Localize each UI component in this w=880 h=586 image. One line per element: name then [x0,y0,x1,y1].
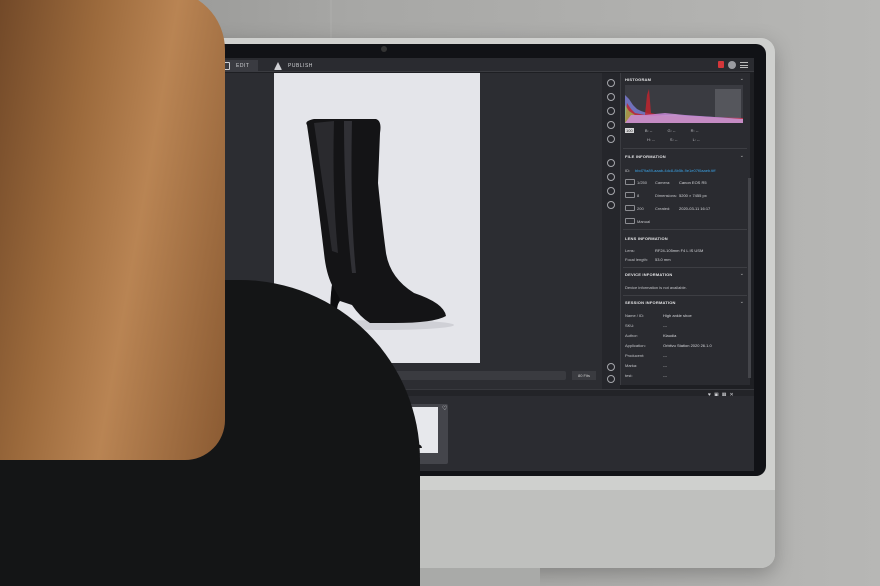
zoom-select[interactable]: 80 Fits [572,371,596,380]
histogram-g: G: -- [667,128,676,133]
histogram-r: R: -- [690,128,699,133]
iso-icon [625,205,635,211]
created-value: 2020-03-11 16:17 [679,206,711,211]
top-bar: EDIT PUBLISH [206,58,754,72]
tag-icon[interactable] [607,363,615,371]
histogram-chevron-icon[interactable]: ⌄ [740,76,744,82]
divider [623,148,747,149]
session-row-value: --- [663,323,667,328]
tab-publish[interactable]: PUBLISH [262,60,322,72]
alert-icon[interactable] [718,61,724,68]
file-information-title: FILE INFORMATION [625,154,666,159]
histogram-h: H: -- [647,137,655,142]
session-row-label: Name / ID: [625,313,645,318]
menu-icon[interactable] [740,62,748,68]
file-information-chevron-icon[interactable]: ⌄ [740,153,744,159]
session-row-value: --- [663,373,667,378]
shutter-icon [625,179,635,185]
session-row-value: High ankle shoe [663,313,692,318]
session-row-label: Producent: [625,353,645,358]
divider [623,229,747,230]
lens-label: Lens: [625,248,635,253]
monitor-stand [420,568,540,586]
zoom-in-icon[interactable] [607,159,615,167]
user-avatar-icon[interactable] [728,61,736,69]
session-row-label: SKU: [625,323,635,328]
focal-length-label: Focal length: [625,257,648,262]
session-row-label: Marka: [625,363,638,368]
zoom-fit-icon[interactable] [607,187,615,195]
dimensions-value: 5200 × 7455 px [679,193,707,198]
divider [623,267,747,268]
histogram-b: B: -- [644,128,653,133]
session-row-label: Author: [625,333,638,338]
histogram-l: L: -- [692,137,700,142]
crop-tool-icon[interactable] [607,121,615,129]
aperture-icon [625,192,635,198]
zoom-out-icon[interactable] [607,173,615,181]
file-row-icon-text: 8 [637,193,640,198]
session-row-label: Application: [625,343,646,348]
zoom-actual-icon[interactable] [607,201,615,209]
photo-scene: EDIT PUBLISH 80 Fits HISTOGRAM ⌄ 100 B: … [0,0,880,586]
created-label: Created: [655,206,671,211]
file-row-icon-text: 200 [637,206,644,211]
tab-publish-label: PUBLISH [288,63,313,69]
histogram-graph [625,89,743,123]
file-id-link[interactable]: bbd79a89-aaab-4dc8-8b5b-9e1e07f0aaeb.tif… [635,168,715,173]
session-row-value: Orbitvu Station 2020 26.1.0 [663,343,712,348]
publish-icon [274,62,282,70]
histogram-chart [625,85,743,123]
brush-tool-icon[interactable] [607,93,615,101]
file-row-icon-text: 1/250 [637,180,648,185]
lens-value: RF24-105mm F4 L IS USM [655,248,704,253]
tool-strip [602,73,620,389]
device-information-title: DEVICE INFORMATION [625,272,673,277]
histogram-s: S: -- [669,137,678,142]
mode-label: Manual [637,219,651,224]
webcam-icon [381,46,387,52]
session-information-chevron-icon[interactable]: ⌄ [740,299,744,305]
info-panel: HISTOGRAM ⌄ 100 B: -- G: -- R: -- H: -- [620,73,750,385]
eraser-tool-icon[interactable] [607,107,615,115]
camera-label: Camera: [655,180,671,185]
focal-length-value: 53.0 mm [655,257,671,262]
session-row-value: --- [663,353,667,358]
dimensions-label: Dimensions: [655,193,678,198]
session-information-title: SESSION INFORMATION [625,300,676,305]
favorite-icon[interactable]: ♡ [442,405,447,412]
rotate-tool-icon[interactable] [607,79,615,87]
histogram-badge: 100 [625,128,634,133]
divider [623,295,747,296]
histogram-values-2: H: -- S: -- L: -- [625,137,700,142]
info-icon[interactable] [607,375,615,383]
tab-edit-label: EDIT [236,63,250,69]
device-information-message: Device information is not available. [625,285,687,290]
fill-tool-icon[interactable] [607,135,615,143]
device-information-chevron-icon[interactable]: ⌄ [740,271,744,277]
histogram-title: HISTOGRAM [625,77,652,82]
panel-scrollbar[interactable] [748,178,751,378]
histogram-values: 100 B: -- G: -- R: -- [625,128,698,133]
mode-icon [625,218,635,224]
person-hair [0,0,225,460]
session-row-value: --- [663,363,667,368]
camera-value: Canon EOS R5 [679,180,707,185]
session-row-label: test: [625,373,633,378]
lens-information-title: LENS INFORMATION [625,236,668,241]
session-row-value: Klaudia [663,333,677,338]
file-id-label: ID: [625,168,631,173]
